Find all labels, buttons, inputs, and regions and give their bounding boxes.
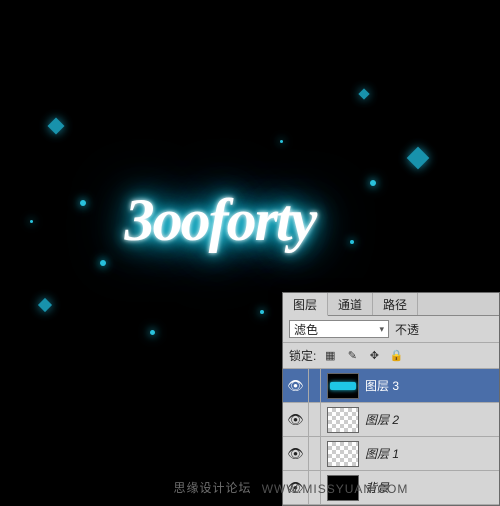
layer-row[interactable]: 👁 图层 3 (283, 369, 499, 403)
lock-transparency-icon[interactable]: ▦ (322, 349, 338, 363)
layers-panel: 图层 通道 路径 滤色 ▾ 不透 锁定: ▦ ✎ ✥ 🔒 👁 图层 3 👁 (282, 292, 500, 506)
layer-thumbnail[interactable] (327, 373, 359, 399)
layer-thumbnail[interactable] (327, 441, 359, 467)
visibility-toggle[interactable]: 👁 (283, 369, 309, 402)
tab-layers[interactable]: 图层 (283, 293, 328, 316)
watermark-left: 思缘设计论坛 (174, 479, 252, 496)
tab-channels[interactable]: 通道 (328, 293, 373, 315)
glow-text: 3ooforty (125, 186, 316, 255)
eye-icon: 👁 (287, 446, 304, 462)
layer-name: 图层 2 (365, 411, 499, 428)
blend-mode-value: 滤色 (294, 321, 318, 338)
eye-icon: 👁 (287, 412, 304, 428)
blend-mode-select[interactable]: 滤色 ▾ (289, 320, 389, 338)
lock-icons: ▦ ✎ ✥ 🔒 (322, 349, 404, 363)
lock-row: 锁定: ▦ ✎ ✥ 🔒 (283, 343, 499, 369)
blend-row: 滤色 ▾ 不透 (283, 316, 499, 343)
watermark-right: WWW.MISSYUAN.COM (262, 482, 409, 496)
layer-name: 图层 3 (365, 377, 499, 394)
layer-thumbnail[interactable] (327, 407, 359, 433)
lock-pixels-icon[interactable]: ✎ (344, 349, 360, 363)
layer-row[interactable]: 👁 图层 1 (283, 437, 499, 471)
visibility-toggle[interactable]: 👁 (283, 437, 309, 470)
lock-all-icon[interactable]: 🔒 (388, 349, 404, 363)
eye-icon: 👁 (287, 378, 304, 394)
panel-tabs: 图层 通道 路径 (283, 293, 499, 316)
layer-row[interactable]: 👁 图层 2 (283, 403, 499, 437)
visibility-toggle[interactable]: 👁 (283, 403, 309, 436)
lock-position-icon[interactable]: ✥ (366, 349, 382, 363)
opacity-label: 不透 (395, 321, 419, 338)
tab-paths[interactable]: 路径 (373, 293, 418, 315)
layer-name: 图层 1 (365, 445, 499, 462)
chevron-down-icon: ▾ (379, 324, 384, 335)
lock-label: 锁定: (289, 347, 316, 364)
